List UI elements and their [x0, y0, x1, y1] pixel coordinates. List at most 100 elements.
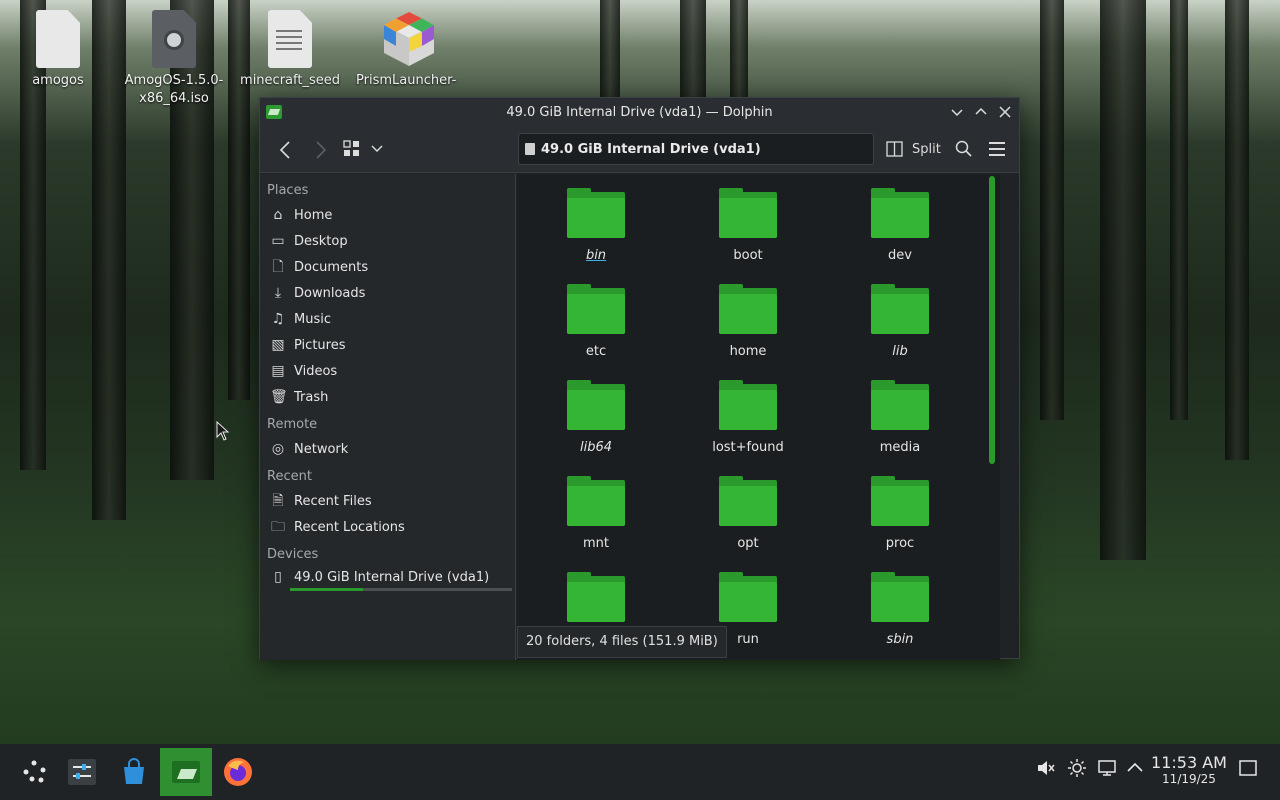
sidebar-item-label: Network [294, 441, 349, 457]
folder-name: home [729, 344, 767, 359]
icons-view-icon [343, 140, 359, 156]
close-icon [999, 106, 1011, 118]
documents-icon: 🗋 [272, 259, 284, 275]
minimize-button[interactable] [947, 102, 967, 122]
arrow-left-icon [279, 141, 290, 159]
sidebar-item-recent-files[interactable]: 🗎 Recent Files [260, 488, 515, 514]
sidebar-item-downloads[interactable]: ⤓ Downloads [260, 280, 515, 306]
volume-button[interactable] [1036, 758, 1056, 782]
forward-button[interactable] [310, 139, 330, 165]
folder-icon [719, 186, 777, 240]
clock[interactable]: 11:53 AM 11/19/25 [1150, 754, 1228, 787]
desktop-icon-label: PrismLauncher- [356, 73, 457, 88]
taskbar: 11:53 AM 11/19/25 [0, 744, 1280, 800]
view-mode-dropdown[interactable] [370, 142, 384, 160]
close-button[interactable] [995, 102, 1015, 122]
drive-usage-fill [290, 588, 364, 591]
display-button[interactable] [1097, 758, 1117, 782]
toolbar: 49.0 GiB Internal Drive (vda1) Split [260, 127, 1019, 173]
remote-section-title: Remote [267, 417, 318, 432]
home-icon: ⌂ [273, 207, 283, 223]
discover-store-icon [124, 758, 144, 784]
brightness-button[interactable] [1067, 758, 1087, 782]
recent-files-icon: 🗎 [272, 493, 284, 509]
chevron-up-icon [1127, 762, 1143, 772]
view-mode-button[interactable] [343, 140, 361, 162]
folder-item[interactable]: dev [830, 186, 970, 276]
folder-icon [719, 474, 777, 528]
sidebar-item-label: Trash [294, 389, 329, 405]
folder-icon [871, 186, 929, 240]
sidebar-item-label: Documents [294, 259, 369, 275]
folder-item[interactable]: opt [678, 474, 818, 564]
devices-section-title: Devices [267, 547, 319, 562]
folder-icon [871, 570, 929, 624]
maximize-button[interactable] [971, 102, 991, 122]
mouse-cursor-icon [216, 421, 230, 441]
taskbar-dolphin[interactable] [160, 748, 212, 796]
folder-item[interactable]: home [678, 282, 818, 372]
sidebar-item-network[interactable]: ◎ Network [260, 436, 515, 462]
taskbar-firefox[interactable] [214, 748, 262, 796]
trash-icon: 🗑 [270, 389, 288, 405]
dolphin-app-icon [266, 105, 282, 119]
file-view[interactable]: bin boot dev etc home lib lib64 lost+found media… [517, 174, 1000, 660]
folder-item[interactable]: lib [830, 282, 970, 372]
sidebar-item-trash[interactable]: 🗑 Trash [260, 384, 515, 410]
sidebar-item-music[interactable]: ♫ Music [260, 306, 515, 332]
folder-item[interactable]: etc [526, 282, 666, 372]
sidebar-item-recent-locations[interactable]: 🗀 Recent Locations [260, 514, 515, 540]
vertical-scrollbar[interactable] [988, 176, 996, 656]
disc-image-icon [152, 10, 196, 68]
application-launcher-button[interactable] [10, 748, 58, 796]
taskbar-discover[interactable] [110, 748, 158, 796]
sidebar-item-label: 49.0 GiB Internal Drive (vda1) [294, 569, 490, 585]
prism-launcher-icon [384, 12, 434, 66]
sidebar-item-label: Recent Locations [294, 519, 405, 535]
folder-icon [567, 570, 625, 624]
desktop-icon-amogos-iso[interactable]: AmogOS-1.5.0-x86_64.iso [124, 10, 224, 108]
show-desktop-button[interactable] [1238, 758, 1258, 782]
clock-date: 11/19/25 [1162, 772, 1216, 786]
folder-name: proc [885, 536, 915, 551]
sidebar-item-label: Desktop [294, 233, 348, 249]
search-icon [955, 140, 972, 157]
sidebar-item-desktop[interactable]: ▭ Desktop [260, 228, 515, 254]
sidebar-item-videos[interactable]: ▤ Videos [260, 358, 515, 384]
sidebar-item-pictures[interactable]: ▧ Pictures [260, 332, 515, 358]
folder-item[interactable]: proc [830, 474, 970, 564]
recent-locations-icon: 🗀 [271, 519, 285, 535]
taskbar-system-settings[interactable] [58, 748, 106, 796]
status-bar: 20 folders, 4 files (151.9 MiB) [517, 626, 727, 658]
desktop-icon-minecraft-seed[interactable]: minecraft_seed [240, 10, 340, 90]
split-button[interactable]: Split [886, 140, 941, 158]
scrollbar-thumb[interactable] [989, 176, 995, 464]
desktop-icon-amogos[interactable]: amogos [8, 10, 108, 90]
folder-item[interactable]: sbin [830, 570, 970, 660]
folder-item[interactable]: lost+found [678, 378, 818, 468]
sidebar-item-internal-drive[interactable]: ▯ 49.0 GiB Internal Drive (vda1) [260, 566, 515, 588]
folder-icon [567, 474, 625, 528]
sidebar-item-documents[interactable]: 🗋 Documents [260, 254, 515, 280]
folder-item[interactable]: lib64 [526, 378, 666, 468]
back-button[interactable] [276, 139, 296, 165]
hamburger-menu-icon [989, 142, 1005, 156]
show-hidden-icons-button[interactable] [1125, 758, 1145, 782]
window-titlebar[interactable]: 49.0 GiB Internal Drive (vda1) — Dolphin [260, 98, 1019, 127]
folder-item[interactable]: media [830, 378, 970, 468]
folder-item[interactable]: bin [526, 186, 666, 276]
location-bar[interactable]: 49.0 GiB Internal Drive (vda1) [518, 133, 874, 165]
folder-item[interactable]: boot [678, 186, 818, 276]
desktop-icon-label: minecraft_seed [240, 73, 340, 88]
folder-icon [567, 186, 625, 240]
hamburger-menu-button[interactable] [988, 140, 1006, 162]
sidebar-item-home[interactable]: ⌂ Home [260, 202, 515, 228]
system-settings-icon [68, 759, 96, 785]
folder-item[interactable]: mnt [526, 474, 666, 564]
search-button[interactable] [955, 140, 973, 162]
chevron-down-icon [371, 145, 383, 152]
sidebar-item-label: Home [294, 207, 333, 223]
display-icon [1098, 760, 1116, 776]
desktop-icon-prismlauncher[interactable]: PrismLauncher- [356, 10, 456, 90]
application-launcher-icon [23, 760, 46, 783]
